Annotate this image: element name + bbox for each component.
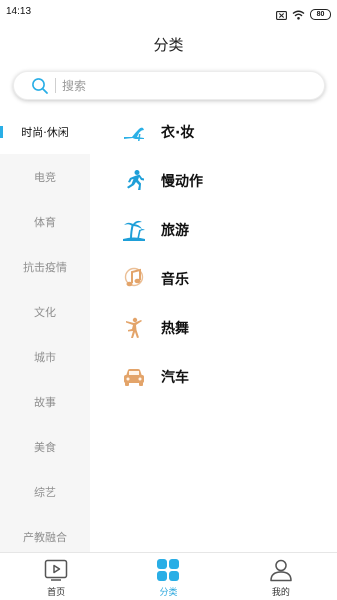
- high-heel-icon: [122, 120, 146, 144]
- category-label: 衣·妆: [161, 125, 195, 141]
- sidebar-item-esports[interactable]: 电竞: [0, 154, 90, 199]
- sidebar-item-label: 美食: [34, 440, 56, 454]
- category-list: 衣·妆 慢动作 旅游 音乐 热舞 汽车: [90, 109, 337, 552]
- user-icon: [270, 559, 292, 582]
- search-box[interactable]: [13, 71, 325, 100]
- sidebar-item-culture[interactable]: 文化: [0, 289, 90, 334]
- sidebar-item-sports[interactable]: 体育: [0, 199, 90, 244]
- play-screen-icon: [44, 559, 68, 581]
- category-item-dance[interactable]: 热舞: [122, 313, 189, 343]
- sidebar-item-label: 时尚·休闲: [21, 125, 69, 139]
- category-item-slow-motion[interactable]: 慢动作: [122, 166, 203, 196]
- category-sidebar: 时尚·休闲 电竞 体育 抗击疫情 文化 城市 故事 美食 综艺 产教融合: [0, 109, 90, 552]
- car-icon: [122, 365, 146, 389]
- search-input[interactable]: [62, 78, 302, 93]
- runner-icon: [122, 169, 146, 193]
- sidebar-item-fashion[interactable]: 时尚·休闲: [0, 109, 90, 154]
- bottom-tab-bar: 首页 分类 我的: [0, 552, 337, 600]
- status-time: 14:13: [6, 6, 32, 17]
- sidebar-item-label: 城市: [34, 350, 56, 364]
- tab-label: 首页: [47, 588, 66, 598]
- active-indicator: [0, 126, 3, 138]
- category-label: 音乐: [161, 272, 189, 288]
- sidebar-item-label: 电竞: [34, 170, 56, 184]
- category-item-car[interactable]: 汽车: [122, 362, 189, 392]
- battery-indicator: 80: [310, 9, 331, 20]
- tab-home[interactable]: 首页: [0, 553, 112, 600]
- sidebar-item-label: 产教融合: [23, 530, 67, 544]
- category-label: 汽车: [161, 370, 189, 386]
- search-icon: [32, 77, 48, 94]
- status-icons: 80: [276, 5, 331, 24]
- tab-label: 分类: [159, 588, 178, 598]
- category-label: 热舞: [161, 321, 189, 337]
- search-divider: [55, 78, 56, 93]
- sidebar-item-label: 抗击疫情: [23, 260, 67, 274]
- sidebar-item-label: 体育: [34, 215, 56, 229]
- sidebar-item-epidemic[interactable]: 抗击疫情: [0, 244, 90, 289]
- page-title: 分类: [153, 36, 184, 54]
- category-label: 旅游: [161, 223, 189, 239]
- sidebar-item-label: 故事: [34, 395, 56, 409]
- sidebar-item-variety[interactable]: 综艺: [0, 469, 90, 514]
- header: 分类: [0, 24, 337, 64]
- sidebar-item-story[interactable]: 故事: [0, 379, 90, 424]
- notification-x-icon: [276, 5, 287, 24]
- grid-icon: [157, 559, 180, 581]
- category-item-fashion[interactable]: 衣·妆: [122, 117, 194, 147]
- wifi-icon: [292, 5, 305, 24]
- sidebar-item-city[interactable]: 城市: [0, 334, 90, 379]
- status-bar: 14:13 80: [0, 0, 337, 24]
- sidebar-item-label: 文化: [34, 305, 56, 319]
- tab-category[interactable]: 分类: [112, 553, 224, 600]
- category-item-travel[interactable]: 旅游: [122, 215, 189, 245]
- category-item-music[interactable]: 音乐: [122, 264, 189, 294]
- palm-tree-icon: [122, 218, 146, 242]
- dancer-icon: [122, 316, 146, 340]
- sidebar-item-education[interactable]: 产教融合: [0, 514, 90, 552]
- sidebar-item-label: 综艺: [34, 485, 56, 499]
- tab-label: 我的: [271, 588, 290, 598]
- sidebar-item-food[interactable]: 美食: [0, 424, 90, 469]
- music-note-icon: [122, 267, 146, 291]
- category-label: 慢动作: [161, 174, 203, 190]
- tab-profile[interactable]: 我的: [225, 553, 337, 600]
- search-bar: [0, 64, 337, 109]
